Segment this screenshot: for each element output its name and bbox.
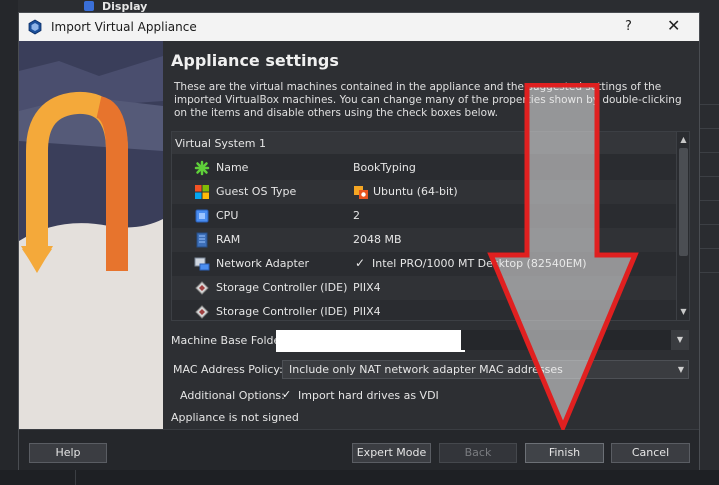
import-vdi-label[interactable]: Import hard drives as VDI [298,389,439,402]
help-question-icon[interactable]: ? [625,19,632,34]
additional-options-label: Additional Options: [180,389,285,402]
storage-icon [195,305,209,319]
finish-button[interactable]: Finish [525,443,604,463]
import-vdi-checkbox[interactable]: ✓ [282,389,293,400]
tree-scrollbar[interactable]: ▲ ▼ [676,132,689,320]
tree-row-value[interactable]: PIIX4 [353,281,381,294]
virtual-system-label: Virtual System 1 [175,136,266,150]
ubuntu-os-icon [354,186,368,199]
main-window-left [0,0,18,485]
base-folder-label: Machine Base Folder: [171,334,289,347]
main-window-right [700,0,719,485]
main-window-bottom [0,470,719,485]
tree-row-value[interactable]: 2048 MB [353,233,402,246]
display-label: Display [102,0,148,13]
network-icon [194,257,210,271]
base-folder-input[interactable] [276,330,465,352]
scroll-up-icon[interactable]: ▲ [677,134,689,146]
display-section: Display [84,0,148,13]
annotation-arrow-icon [487,83,639,430]
virtualbox-icon [28,19,42,35]
tree-row-label: Network Adapter [216,257,310,270]
tree-row-label: CPU [216,209,239,222]
tree-row-label: Storage Controller (IDE) [216,281,348,294]
dialog-title: Import Virtual Appliance [51,20,197,34]
tree-row-value[interactable]: 2 [353,209,360,222]
tree-row-label: RAM [216,233,241,246]
back-button[interactable]: Back [439,443,517,463]
tree-row-value[interactable]: PIIX4 [353,305,381,318]
chevron-down-icon[interactable]: ▼ [678,365,684,374]
name-icon [194,160,210,176]
tree-row-label: Guest OS Type [216,185,297,198]
tree-row-label: Name [216,161,249,174]
ram-icon [196,232,208,248]
page-heading: Appliance settings [171,51,339,70]
signature-status: Appliance is not signed [171,411,299,424]
display-icon [84,1,94,11]
network-adapter-check[interactable]: ✓ [355,256,365,270]
cancel-button[interactable]: Cancel [611,443,690,463]
cpu-icon [195,209,209,223]
os-type-icon [195,185,209,199]
main-window-divider [75,470,76,485]
wizard-side-image [19,41,163,429]
help-button[interactable]: Help [29,443,107,463]
title-bar: Import Virtual Appliance ? ✕ [19,13,699,41]
expert-mode-button[interactable]: Expert Mode [352,443,431,463]
mac-policy-label: MAC Address Policy: [173,363,283,376]
chevron-down-icon[interactable]: ▼ [671,330,689,350]
tree-row-label: Storage Controller (IDE) [216,305,348,318]
tree-row-value[interactable]: Ubuntu (64-bit) [373,185,458,198]
scroll-thumb[interactable] [679,148,688,256]
scroll-down-icon[interactable]: ▼ [677,306,689,318]
storage-icon [195,281,209,295]
button-bar: Help Expert Mode Back Finish Cancel [19,429,699,470]
tree-row-value[interactable]: BookTyping [353,161,416,174]
close-icon[interactable]: ✕ [667,16,680,35]
